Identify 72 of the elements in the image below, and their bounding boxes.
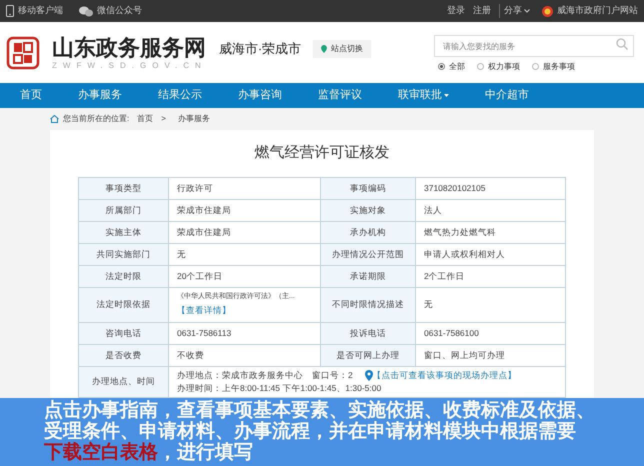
field-label: 办理地点、时间 xyxy=(78,366,168,397)
field-value: 20个工作日 xyxy=(177,270,222,281)
field-value: 申请人或权利相对人 xyxy=(424,248,505,259)
field-value: 窗口、网上均可办理 xyxy=(424,350,505,360)
field-value: 0631-7586100 xyxy=(424,328,479,338)
field-value: 办理时间：上午8:00-11:45 下午1:00-1:45、1:30-5:00 xyxy=(177,382,382,394)
site-switch-button[interactable]: 站点切换 xyxy=(313,40,372,58)
location-pin-icon xyxy=(364,370,373,380)
field-value: 2个工作日 xyxy=(424,270,465,281)
site-domain: ZWFW.SD.GOV.CN xyxy=(52,60,207,70)
field-value: 荣成市住建局 xyxy=(177,204,231,215)
scope-radio[interactable]: 服务事项 xyxy=(532,60,575,72)
location-pin-icon xyxy=(321,44,328,52)
field-value: 无 xyxy=(424,299,433,310)
nav-link[interactable]: 监督评议 xyxy=(318,87,362,104)
field-label: 实施对象 xyxy=(320,199,416,221)
breadcrumb-separator: > xyxy=(161,113,166,125)
emblem-icon xyxy=(542,6,553,16)
field-value: 无 xyxy=(177,248,186,259)
field-label: 是否收费 xyxy=(78,344,168,366)
field-value: 不收费 xyxy=(177,350,204,360)
field-label: 法定时限 xyxy=(78,265,168,287)
breadcrumb-link[interactable]: 办事服务 xyxy=(178,113,210,125)
field-label: 事项类型 xyxy=(78,177,168,199)
search-field[interactable]: 请输入您要找的服务 xyxy=(434,35,634,57)
seal-logo-icon xyxy=(6,36,40,70)
field-label: 咨询电话 xyxy=(78,322,168,344)
portal-link[interactable]: 威海市政府门户网站 xyxy=(557,4,638,18)
share-dropdown[interactable]: 分享 xyxy=(499,4,530,18)
nav-link[interactable]: 中介超市 xyxy=(485,87,529,104)
home-icon xyxy=(50,115,59,123)
field-label: 是否可网上办理 xyxy=(320,344,416,366)
field-value: 燃气热力处燃气科 xyxy=(424,226,496,237)
field-value: 行政许可 xyxy=(177,182,213,193)
caret-icon xyxy=(524,9,530,13)
view-details-link[interactable]: 【查看详情】 xyxy=(177,304,312,317)
field-value: 办理地点：荣成市政务服务中心 窗口号：2 xyxy=(177,370,353,380)
field-label: 共同实施部门 xyxy=(78,243,168,265)
field-value: 法人 xyxy=(424,204,442,215)
page-title: 燃气经营许可证核发 xyxy=(254,143,390,163)
field-value: 荣成市住建局 xyxy=(177,226,231,237)
field-label: 承诺期限 xyxy=(320,265,416,287)
search-icon xyxy=(616,38,628,50)
nav-link[interactable]: 结果公示 xyxy=(158,87,202,104)
login-link[interactable]: 登录 xyxy=(447,4,465,18)
field-label: 实施主体 xyxy=(78,221,168,243)
breadcrumb-label: 您当前所在的位置: xyxy=(63,113,130,125)
field-label: 不同时限情况描述 xyxy=(320,287,416,322)
nav-link[interactable]: 联审联批 xyxy=(398,87,449,104)
chat-bubbles-icon xyxy=(79,6,93,16)
phone-icon xyxy=(6,5,14,17)
register-link[interactable]: 注册 xyxy=(473,4,491,18)
scope-radio[interactable]: 权力事项 xyxy=(477,60,520,72)
field-label: 事项编码 xyxy=(320,177,416,199)
breadcrumb-link[interactable]: 首页 xyxy=(137,113,154,125)
field-label: 办理情况公开范围 xyxy=(320,243,416,265)
field-label: 所属部门 xyxy=(78,199,168,221)
nav-link[interactable]: 办事服务 xyxy=(78,87,122,104)
field-label: 法定时限依据 xyxy=(78,287,168,322)
field-value: 0631-7586113 xyxy=(177,328,232,338)
field-label: 承办机构 xyxy=(320,221,416,243)
nav-link[interactable]: 办事咨询 xyxy=(238,87,282,104)
region-name: 威海市·荣成市 xyxy=(218,40,302,58)
field-value: 3710820102105 xyxy=(424,182,486,193)
scope-radio[interactable]: 全部 xyxy=(438,60,465,72)
field-label: 投诉电话 xyxy=(320,322,416,344)
caption-text: 点击办事指南，查看事项基本要素、实施依据、收费标准及依据、 受理条件、申请材料、办事流程，并在申请材料模块中根据需要 下载空白表格，进行填写 xyxy=(44,400,596,463)
top-bar-link[interactable]: 移动客户端 xyxy=(18,4,63,18)
top-bar-link[interactable]: 微信公众号 xyxy=(97,4,142,18)
map-link[interactable]: 【点击可查看该事项的现场办理点】 xyxy=(364,370,517,380)
site-name: 山东政务服务网 xyxy=(52,34,207,60)
nav-link[interactable]: 首页 xyxy=(20,87,42,104)
